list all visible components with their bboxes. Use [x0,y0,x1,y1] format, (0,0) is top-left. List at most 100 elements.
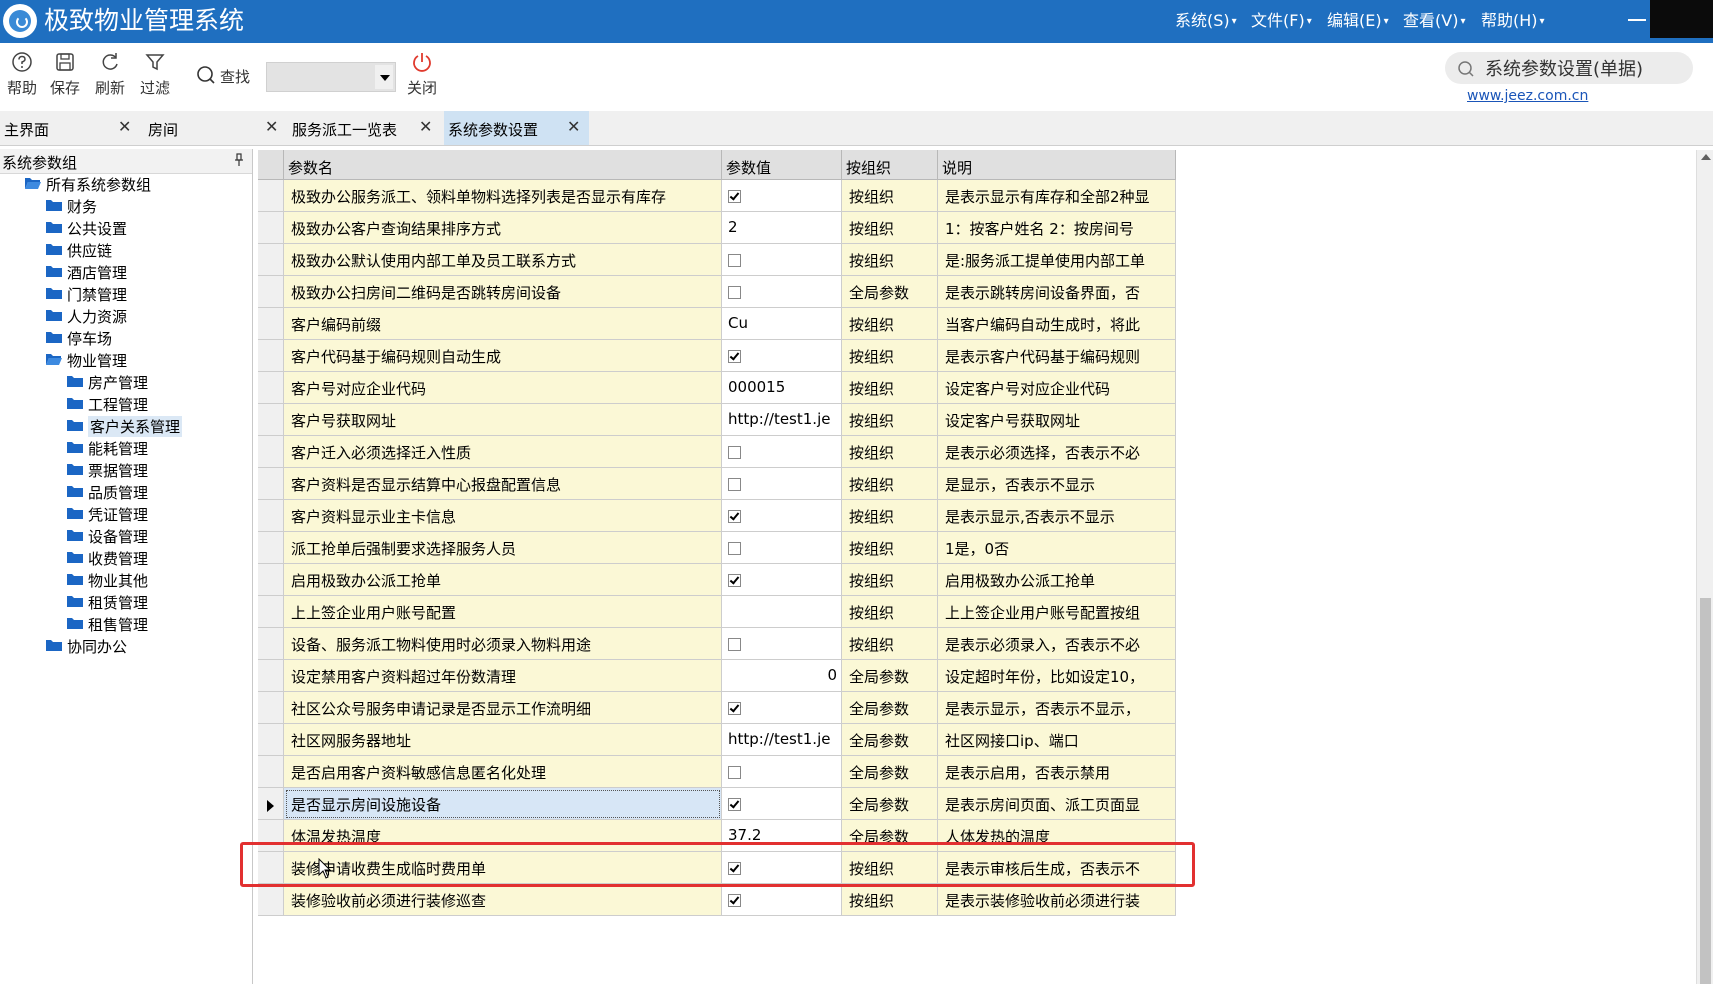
row-indicator[interactable] [258,884,284,916]
description-cell[interactable]: 是表示审核后生成，否表示不 [938,852,1176,884]
description-cell[interactable]: 是表示显示，否表示不显示， [938,692,1176,724]
checkbox[interactable] [728,574,741,587]
table-row[interactable]: 客户资料是否显示结算中心报盘配置信息 按组织 是显示，否表示不显示 [258,468,1176,500]
checkbox[interactable] [728,638,741,651]
param-name-cell[interactable]: 客户资料显示业主卡信息 [284,500,722,532]
param-value-cell[interactable] [722,276,842,308]
checkbox[interactable] [728,286,741,299]
menu-view[interactable]: 查看(V) ▾ [1403,10,1465,33]
tab-service-dispatch[interactable]: 服务派工一览表 ✕ [288,111,440,145]
table-row[interactable]: 客户迁入必须选择迁入性质 按组织 是表示必须选择，否表示不必 [258,436,1176,468]
checkbox[interactable] [728,446,741,459]
by-org-cell[interactable]: 按组织 [842,500,938,532]
param-value-cell[interactable] [722,532,842,564]
scroll-thumb[interactable] [1700,598,1711,984]
tab-system-params[interactable]: 系统参数设置 ✕ [444,111,589,145]
row-indicator[interactable] [258,532,284,564]
table-row[interactable]: 上上签企业用户账号配置 按组织 上上签企业用户账号配置按组 [258,596,1176,628]
param-value-cell[interactable]: 0 [722,660,842,692]
param-value-cell[interactable] [722,884,842,916]
checkbox[interactable] [728,542,741,555]
table-row[interactable]: 是否显示房间设施设备 全局参数 是表示房间页面、派工页面显 [258,788,1176,820]
by-org-cell[interactable]: 按组织 [842,532,938,564]
param-name-cell[interactable]: 客户资料是否显示结算中心报盘配置信息 [284,468,722,500]
table-row[interactable]: 客户编码前缀 Cu 按组织 当客户编码自动生成时，将此 [258,308,1176,340]
param-value-cell[interactable] [722,436,842,468]
row-indicator[interactable] [258,276,284,308]
table-row[interactable]: 社区网服务器地址 http://test1.je 全局参数 社区网接口ip、端口 [258,724,1176,756]
table-row[interactable]: 极致办公扫房间二维码是否跳转房间设备 全局参数 是表示跳转房间设备界面，否 [258,276,1176,308]
description-cell[interactable]: 是表示客户代码基于编码规则 [938,340,1176,372]
menu-system[interactable]: 系统(S) ▾ [1175,10,1237,33]
by-org-cell[interactable]: 按组织 [842,628,938,660]
row-indicator[interactable] [258,724,284,756]
description-cell[interactable]: 设定客户号对应企业代码 [938,372,1176,404]
row-indicator[interactable] [258,756,284,788]
param-name-cell[interactable]: 极致办公扫房间二维码是否跳转房间设备 [284,276,722,308]
param-value-cell[interactable] [722,692,842,724]
col-param-name[interactable]: 参数名 [284,150,722,180]
param-name-cell[interactable]: 是否启用客户资料敏感信息匿名化处理 [284,756,722,788]
close-icon[interactable]: ✕ [567,117,580,136]
checkbox[interactable] [728,702,741,715]
param-value-cell[interactable] [722,628,842,660]
by-org-cell[interactable]: 按组织 [842,596,938,628]
checkbox[interactable] [728,894,741,907]
param-name-cell[interactable]: 体温发热温度 [284,820,722,852]
param-value-cell[interactable]: 37.2 [722,820,842,852]
row-indicator[interactable] [258,308,284,340]
description-cell[interactable]: 是表示跳转房间设备界面，否 [938,276,1176,308]
table-row[interactable]: 客户号获取网址 http://test1.je 按组织 设定客户号获取网址 [258,404,1176,436]
table-row[interactable]: 客户代码基于编码规则自动生成 按组织 是表示客户代码基于编码规则 [258,340,1176,372]
row-indicator[interactable] [258,372,284,404]
by-org-cell[interactable]: 按组织 [842,372,938,404]
param-value-cell[interactable] [722,756,842,788]
menu-help[interactable]: 帮助(H) ▾ [1481,10,1545,33]
by-org-cell[interactable]: 按组织 [842,852,938,884]
by-org-cell[interactable]: 按组织 [842,308,938,340]
row-indicator[interactable] [258,660,284,692]
description-cell[interactable]: 是表示必须选择，否表示不必 [938,436,1176,468]
by-org-cell[interactable]: 按组织 [842,180,938,212]
by-org-cell[interactable]: 按组织 [842,404,938,436]
param-value-cell[interactable]: Cu [722,308,842,340]
by-org-cell[interactable]: 按组织 [842,436,938,468]
description-cell[interactable]: 上上签企业用户账号配置按组 [938,596,1176,628]
by-org-cell[interactable]: 按组织 [842,340,938,372]
param-value-cell[interactable] [722,340,842,372]
filter-button[interactable]: 过滤 [133,47,177,105]
description-cell[interactable]: 是表示房间页面、派工页面显 [938,788,1176,820]
row-indicator[interactable] [258,436,284,468]
find-combobox[interactable] [266,62,396,92]
param-name-cell[interactable]: 极致办公服务派工、领料单物料选择列表是否显示有库存 [284,180,722,212]
vertical-scrollbar[interactable] [1696,150,1713,984]
param-name-cell[interactable]: 派工抢单后强制要求选择服务人员 [284,532,722,564]
description-cell[interactable]: 是表示必须录入，否表示不必 [938,628,1176,660]
param-value-cell[interactable] [722,244,842,276]
table-row[interactable]: 装修申请收费生成临时费用单 按组织 是表示审核后生成，否表示不 [258,852,1176,884]
save-button[interactable]: 保存 [43,47,87,105]
row-indicator[interactable] [258,500,284,532]
param-value-cell[interactable] [722,180,842,212]
description-cell[interactable]: 设定超时年份，比如设定10， [938,660,1176,692]
table-row[interactable]: 极致办公服务派工、领料单物料选择列表是否显示有库存 按组织 是表示显示有库存和全部2… [258,180,1176,212]
by-org-cell[interactable]: 全局参数 [842,692,938,724]
table-row[interactable]: 社区公众号服务申请记录是否显示工作流明细 全局参数 是表示显示，否表示不显示， [258,692,1176,724]
by-org-cell[interactable]: 全局参数 [842,724,938,756]
param-name-cell[interactable]: 是否显示房间设施设备 [284,788,722,820]
tab-room[interactable]: 房间 ✕ [144,111,284,145]
col-param-value[interactable]: 参数值 [722,150,842,180]
close-icon[interactable]: ✕ [265,117,278,136]
description-cell[interactable]: 是:服务派工提单使用内部工单 [938,244,1176,276]
description-cell[interactable]: 启用极致办公派工抢单 [938,564,1176,596]
param-name-cell[interactable]: 上上签企业用户账号配置 [284,596,722,628]
tab-main[interactable]: 主界面 ✕ [0,111,140,145]
scroll-up-icon[interactable] [1701,154,1711,160]
table-row[interactable]: 派工抢单后强制要求选择服务人员 按组织 1是，0否 [258,532,1176,564]
param-name-cell[interactable]: 社区公众号服务申请记录是否显示工作流明细 [284,692,722,724]
param-name-cell[interactable]: 装修验收前必须进行装修巡查 [284,884,722,916]
checkbox[interactable] [728,766,741,779]
param-name-cell[interactable]: 设定禁用客户资料超过年份数清理 [284,660,722,692]
refresh-button[interactable]: 刷新 [88,47,132,105]
checkbox[interactable] [728,190,741,203]
